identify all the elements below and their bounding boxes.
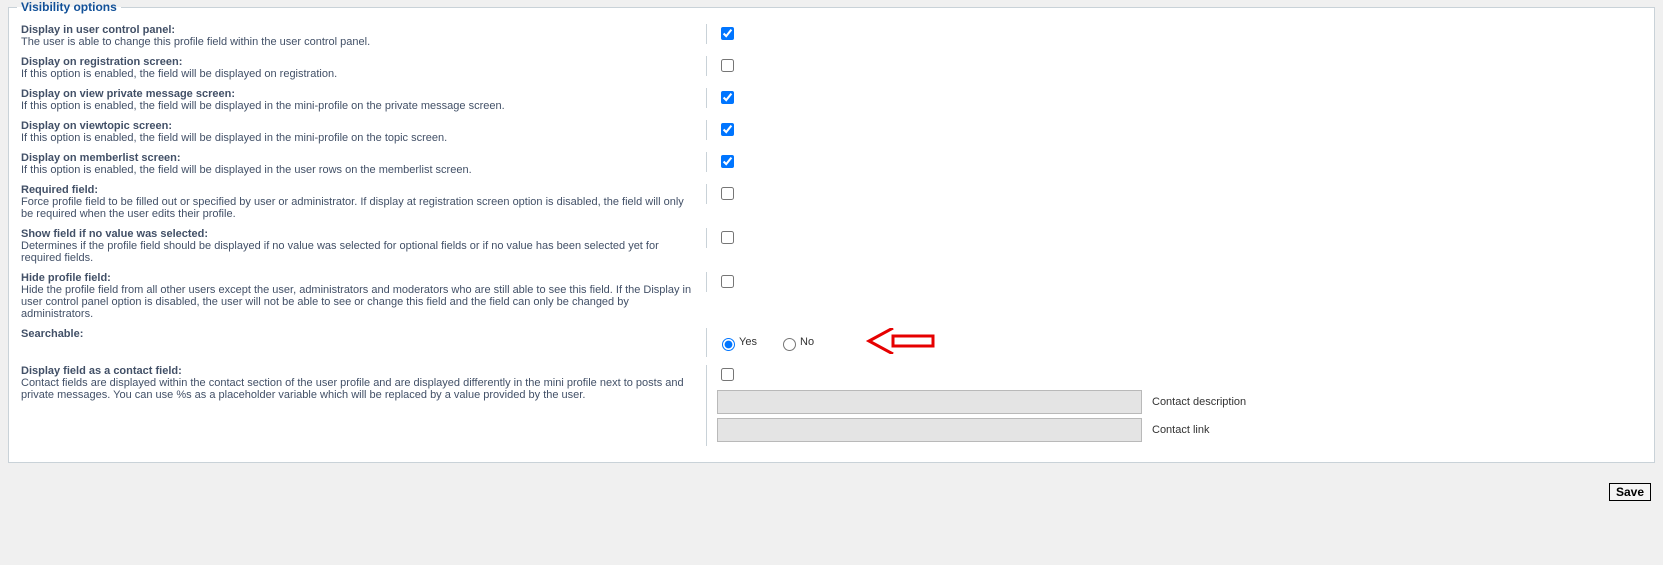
- row-hide-profile-field: Hide profile field: Hide the profile fie…: [21, 268, 1642, 324]
- label-display-ucp: Display in user control panel:: [21, 24, 175, 36]
- desc-display-memberlist: If this option is enabled, the field wil…: [21, 164, 472, 176]
- radio-text-no: No: [800, 336, 814, 348]
- checkbox-contact-field[interactable]: [721, 368, 734, 381]
- checkbox-display-registration[interactable]: [721, 59, 734, 72]
- desc-required-field: Force profile field to be filled out or …: [21, 196, 684, 220]
- desc-display-viewtopic: If this option is enabled, the field wil…: [21, 132, 447, 144]
- label-display-pm: Display on view private message screen:: [21, 88, 235, 100]
- desc-contact-field: Contact fields are displayed within the …: [21, 377, 684, 401]
- row-display-ucp: Display in user control panel: The user …: [21, 20, 1642, 52]
- radio-searchable-yes[interactable]: [722, 338, 735, 351]
- annotation-arrow-icon: [865, 328, 935, 357]
- visibility-options-fieldset: Visibility options Display in user contr…: [8, 0, 1655, 463]
- row-display-viewtopic: Display on viewtopic screen: If this opt…: [21, 116, 1642, 148]
- row-searchable: Searchable: Yes No: [21, 324, 1642, 361]
- checkbox-show-no-value[interactable]: [721, 231, 734, 244]
- caption-contact-link: Contact link: [1152, 424, 1209, 436]
- row-required-field: Required field: Force profile field to b…: [21, 180, 1642, 224]
- radio-searchable-no[interactable]: [783, 338, 796, 351]
- checkbox-required-field[interactable]: [721, 187, 734, 200]
- row-display-memberlist: Display on memberlist screen: If this op…: [21, 148, 1642, 180]
- label-display-memberlist: Display on memberlist screen:: [21, 152, 181, 164]
- row-contact-field: Display field as a contact field: Contac…: [21, 361, 1642, 450]
- label-contact-field: Display field as a contact field:: [21, 365, 182, 377]
- row-display-pm: Display on view private message screen: …: [21, 84, 1642, 116]
- label-show-no-value: Show field if no value was selected:: [21, 228, 208, 240]
- desc-display-ucp: The user is able to change this profile …: [21, 36, 370, 48]
- label-required-field: Required field:: [21, 184, 98, 196]
- label-hide-profile-field: Hide profile field:: [21, 272, 111, 284]
- label-searchable: Searchable:: [21, 328, 83, 340]
- row-display-registration: Display on registration screen: If this …: [21, 52, 1642, 84]
- save-bar: [8, 463, 1655, 501]
- checkbox-display-viewtopic[interactable]: [721, 123, 734, 136]
- label-display-registration: Display on registration screen:: [21, 56, 182, 68]
- desc-hide-profile-field: Hide the profile field from all other us…: [21, 284, 691, 320]
- checkbox-hide-profile-field[interactable]: [721, 275, 734, 288]
- input-contact-link[interactable]: [717, 418, 1142, 442]
- checkbox-display-pm[interactable]: [721, 91, 734, 104]
- row-show-no-value: Show field if no value was selected: Det…: [21, 224, 1642, 268]
- section-legend: Visibility options: [17, 0, 121, 14]
- radio-text-yes: Yes: [739, 336, 757, 348]
- desc-display-pm: If this option is enabled, the field wil…: [21, 100, 505, 112]
- radio-label-searchable-yes[interactable]: Yes: [717, 336, 760, 348]
- save-button[interactable]: [1609, 483, 1651, 501]
- label-display-viewtopic: Display on viewtopic screen:: [21, 120, 172, 132]
- radio-label-searchable-no[interactable]: No: [778, 336, 817, 348]
- checkbox-display-ucp[interactable]: [721, 27, 734, 40]
- desc-display-registration: If this option is enabled, the field wil…: [21, 68, 337, 80]
- desc-show-no-value: Determines if the profile field should b…: [21, 240, 659, 264]
- caption-contact-description: Contact description: [1152, 396, 1246, 408]
- input-contact-description[interactable]: [717, 390, 1142, 414]
- checkbox-display-memberlist[interactable]: [721, 155, 734, 168]
